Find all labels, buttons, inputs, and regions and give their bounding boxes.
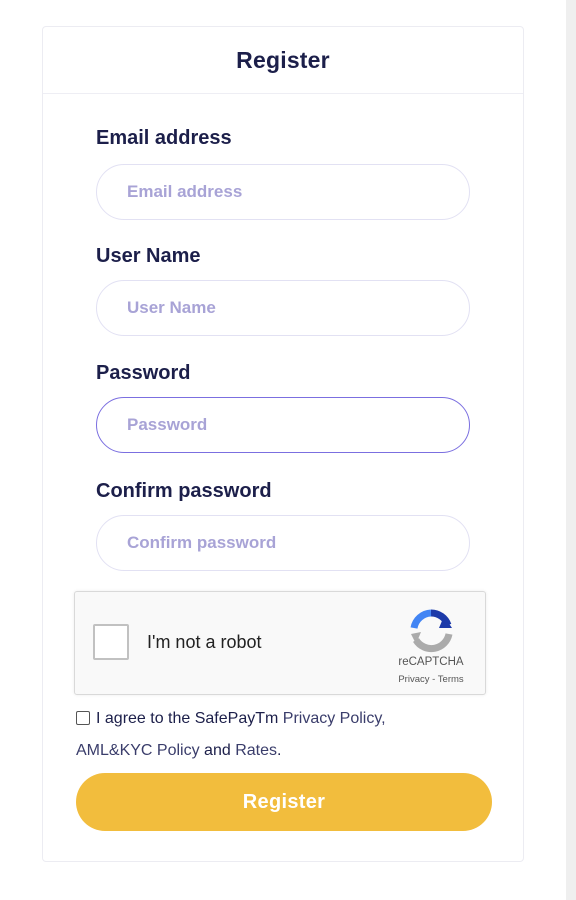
agreement-row: I agree to the SafePayTm Privacy Policy,… (76, 703, 496, 767)
agreement-text: I agree to the SafePayTm (96, 710, 283, 727)
agreement-and-text: and (199, 742, 236, 759)
rates-link[interactable]: Rates (235, 742, 277, 759)
email-label: Email address (96, 127, 232, 149)
privacy-policy-link[interactable]: Privacy Policy, (283, 710, 386, 727)
username-label: User Name (96, 245, 201, 267)
recaptcha-brand: reCAPTCHA (398, 656, 464, 668)
recaptcha-links: Privacy - Terms (375, 674, 487, 685)
recaptcha-label: I'm not a robot (147, 632, 262, 652)
scrollbar-track[interactable] (566, 0, 576, 900)
card-header: Register (43, 27, 523, 94)
recaptcha-separator: - (429, 674, 438, 685)
recaptcha-privacy-link[interactable]: Privacy (398, 674, 429, 685)
confirm-password-input[interactable] (96, 515, 470, 571)
page-title: Register (236, 46, 330, 73)
agreement-checkbox[interactable] (76, 711, 90, 725)
aml-kyc-policy-link[interactable]: AML&KYC Policy (76, 742, 200, 759)
recaptcha-logo-icon (410, 609, 453, 652)
username-input[interactable] (96, 280, 470, 336)
recaptcha-widget: I'm not a robot reCAPTCHA Privacy - Term… (74, 591, 486, 695)
password-input[interactable] (96, 397, 470, 453)
recaptcha-terms-link[interactable]: Terms (438, 674, 464, 685)
recaptcha-checkbox[interactable] (93, 624, 129, 660)
confirm-password-label: Confirm password (96, 480, 272, 502)
agreement-suffix: . (276, 742, 282, 759)
email-input[interactable] (96, 164, 470, 220)
password-label: Password (96, 362, 191, 384)
register-card: Register Email address User Name Passwor… (42, 26, 524, 862)
register-button[interactable]: Register (76, 773, 492, 831)
